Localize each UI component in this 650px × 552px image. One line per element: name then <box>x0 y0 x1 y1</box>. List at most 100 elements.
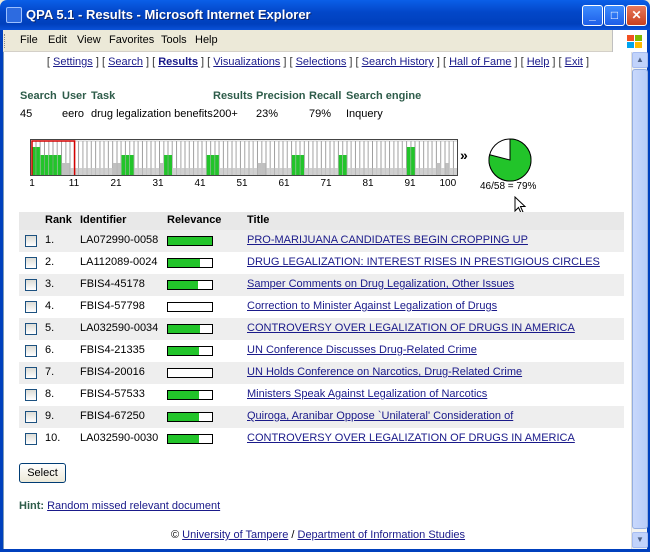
row-title-link[interactable]: CONTROVERSY OVER LEGALIZATION OF DRUGS I… <box>247 322 575 334</box>
row-checkbox[interactable] <box>25 301 37 313</box>
bar-baseline-mark <box>449 168 454 175</box>
row-checkbox[interactable] <box>25 235 37 247</box>
relevance-bar <box>167 280 213 290</box>
vertical-scrollbar[interactable]: ▲ ▼ <box>631 52 648 549</box>
relevance-bar-mark <box>121 155 126 175</box>
relevance-bar-mark <box>49 155 53 175</box>
bar-baseline-mark <box>368 168 373 175</box>
bar-baseline-mark <box>78 168 83 175</box>
row-title-link[interactable]: Ministers Speak Against Legalization of … <box>247 388 487 400</box>
relevance-bar-strip[interactable] <box>30 139 458 176</box>
footer-link-university[interactable]: University of Tampere <box>182 529 288 541</box>
row-checkbox[interactable] <box>25 279 37 291</box>
relevance-bar-mark <box>291 155 296 175</box>
col-relevance: Relevance <box>167 214 222 226</box>
footer-link-department[interactable]: Department of Information Studies <box>298 529 466 541</box>
bar-baseline-mark <box>347 168 351 175</box>
nav-visualizations[interactable]: Visualizations <box>213 56 280 68</box>
row-checkbox[interactable] <box>25 389 37 401</box>
menu-edit[interactable]: Edit <box>48 34 67 46</box>
row-title-link[interactable]: Samper Comments on Drug Legalization, Ot… <box>247 278 514 290</box>
row-checkbox[interactable] <box>25 323 37 335</box>
row-title-link[interactable]: Quiroga, Aranibar Oppose `Unilateral' Co… <box>247 410 513 422</box>
relevance-bar-mark <box>44 155 49 175</box>
scroll-up-button[interactable]: ▲ <box>632 52 648 68</box>
row-rank: 4. <box>45 300 55 312</box>
menu-tools[interactable]: Tools <box>161 34 187 46</box>
hint: Hint: Random missed relevant document <box>19 500 220 512</box>
bar-baseline-mark <box>155 168 160 175</box>
minimize-button[interactable]: _ <box>582 5 603 26</box>
nav-selections[interactable]: Selections <box>296 56 347 68</box>
relevance-bar-mark <box>411 147 415 175</box>
row-checkbox[interactable] <box>25 411 37 423</box>
nav-results[interactable]: Results <box>158 56 198 68</box>
menu-favorites[interactable]: Favorites <box>109 34 154 46</box>
bar-baseline-mark <box>83 168 87 175</box>
value-recall: 79% <box>309 108 332 120</box>
row-title-link[interactable]: UN Holds Conference on Narcotics, Drug-R… <box>247 366 522 378</box>
header-results: Results <box>213 90 253 102</box>
bar-baseline-mark <box>372 168 377 175</box>
row-title-link[interactable]: CONTROVERSY OVER LEGALIZATION OF DRUGS I… <box>247 432 575 444</box>
bar-tick-label: 31 <box>152 178 164 189</box>
row-checkbox[interactable] <box>25 345 37 357</box>
col-title: Title <box>247 214 270 226</box>
bar-baseline-mark <box>138 168 143 175</box>
bar-baseline-mark <box>185 168 190 175</box>
select-button[interactable]: Select <box>19 463 66 483</box>
nav-search[interactable]: Search <box>108 56 143 68</box>
nav-bar: [ Settings ] [ Search ] [ Results ] [ Vi… <box>46 56 590 68</box>
relevance-bar-mark <box>57 155 62 175</box>
row-title-link[interactable]: UN Conference Discusses Drug-Related Cri… <box>247 344 477 356</box>
nav-settings[interactable]: Settings <box>53 56 93 68</box>
relevance-bar-mark <box>257 163 262 175</box>
bar-baseline-mark <box>402 168 407 175</box>
bar-baseline-mark <box>232 168 236 175</box>
table-row: 10. LA032590-0030 CONTROVERSY OVER LEGALIZ… <box>19 428 624 450</box>
relevance-bar <box>167 324 213 334</box>
row-title-link[interactable]: PRO-MARIJUANA CANDIDATES BEGIN CROPPING … <box>247 234 528 246</box>
nav-exit[interactable]: Exit <box>565 56 583 68</box>
row-rank: 2. <box>45 256 55 268</box>
row-title-link[interactable]: DRUG LEGALIZATION: INTEREST RISES IN PRE… <box>247 256 600 268</box>
relevance-bar <box>167 236 213 246</box>
hint-link[interactable]: Random missed relevant document <box>47 500 220 512</box>
bar-baseline-mark <box>108 168 113 175</box>
bar-baseline-mark <box>91 168 96 175</box>
menu-view[interactable]: View <box>77 34 101 46</box>
nav-hall-of-fame[interactable]: Hall of Fame <box>449 56 511 68</box>
row-identifier: LA032590-0030 <box>80 432 159 444</box>
nav-search-history[interactable]: Search History <box>362 56 434 68</box>
bar-baseline-mark <box>87 168 92 175</box>
value-results: 200+ <box>213 108 238 120</box>
table-row: 6. FBIS4-21335 UN Conference Discusses Dru… <box>19 340 624 362</box>
value-search: 45 <box>20 108 33 120</box>
bar-baseline-mark <box>283 168 287 175</box>
more-results-arrow[interactable]: » <box>460 147 468 163</box>
scroll-thumb[interactable] <box>632 69 648 529</box>
maximize-button[interactable]: □ <box>604 5 625 26</box>
row-checkbox[interactable] <box>25 367 37 379</box>
bar-baseline-mark <box>381 168 385 175</box>
row-checkbox[interactable] <box>25 433 37 445</box>
close-button[interactable]: ✕ <box>626 5 647 26</box>
window-titlebar[interactable]: QPA 5.1 - Results - Microsoft Internet E… <box>0 0 650 30</box>
menu-help[interactable]: Help <box>195 34 218 46</box>
scroll-down-button[interactable]: ▼ <box>632 532 648 548</box>
bar-tick-label: 11 <box>68 178 80 189</box>
relevance-bar <box>167 434 213 444</box>
row-title-link[interactable]: Correction to Minister Against Legalizat… <box>247 300 497 312</box>
bar-baseline-mark <box>355 168 360 175</box>
bar-baseline-mark <box>223 168 228 175</box>
footer: © University of Tampere / Department of … <box>4 529 631 541</box>
row-rank: 8. <box>45 388 55 400</box>
bar-baseline-mark <box>432 168 437 175</box>
menu-file[interactable]: File <box>20 34 38 46</box>
bar-baseline-mark <box>304 168 309 175</box>
nav-help[interactable]: Help <box>527 56 550 68</box>
table-row: 8. FBIS4-57533 Ministers Speak Against Leg… <box>19 384 624 406</box>
row-checkbox[interactable] <box>25 257 37 269</box>
copyright-symbol: © <box>170 529 180 541</box>
bar-baseline-mark <box>172 168 177 175</box>
